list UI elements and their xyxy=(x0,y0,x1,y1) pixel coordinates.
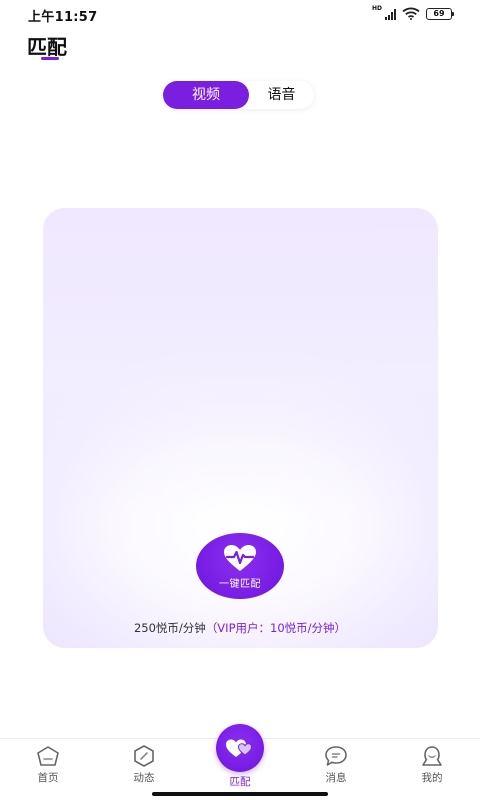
page-title: 匹配 xyxy=(27,35,67,59)
home-indicator xyxy=(152,792,328,796)
nav-item-home[interactable]: 首页 xyxy=(18,745,78,785)
wifi-icon xyxy=(402,7,420,20)
status-bar: 上午11:57 HD 69 xyxy=(0,0,480,28)
chat-icon xyxy=(325,746,347,766)
nav-match-bubble[interactable] xyxy=(216,724,264,772)
nav-item-match[interactable]: 匹配 xyxy=(210,771,270,789)
mode-toggle: 视频 语音 xyxy=(163,81,314,109)
heart-pulse-icon xyxy=(224,545,256,571)
nav-label-match: 匹配 xyxy=(229,776,251,788)
nav-label-profile: 我的 xyxy=(421,772,443,784)
one-click-match-button[interactable]: 一键匹配 xyxy=(196,533,284,599)
network-type-label: HD xyxy=(371,5,382,12)
home-icon xyxy=(37,746,59,766)
nav-item-moments[interactable]: 动态 xyxy=(114,745,174,785)
nav-label-home: 首页 xyxy=(37,772,59,784)
profile-icon xyxy=(422,746,442,766)
nav-label-messages: 消息 xyxy=(325,772,347,784)
nav-item-messages[interactable]: 消息 xyxy=(306,745,366,785)
tab-video[interactable]: 视频 xyxy=(163,81,249,109)
match-button-label: 一键匹配 xyxy=(219,579,261,590)
nav-label-moments: 动态 xyxy=(133,772,155,784)
price-info: 250悦币/分钟（VIP用户：10悦币/分钟） xyxy=(0,620,480,636)
title-underline xyxy=(41,57,59,60)
status-icons: HD 69 xyxy=(371,5,454,20)
nav-item-profile[interactable]: 我的 xyxy=(402,745,462,785)
signal-icon xyxy=(385,8,396,20)
compass-icon xyxy=(134,745,154,767)
hearts-icon xyxy=(226,739,253,757)
status-time: 上午11:57 xyxy=(28,10,98,25)
tab-voice[interactable]: 语音 xyxy=(249,81,314,109)
vip-price-text: （VIP用户：10悦币/分钟） xyxy=(205,621,347,635)
battery-icon: 69 xyxy=(426,7,454,20)
price-text: 250悦币/分钟 xyxy=(133,621,206,635)
